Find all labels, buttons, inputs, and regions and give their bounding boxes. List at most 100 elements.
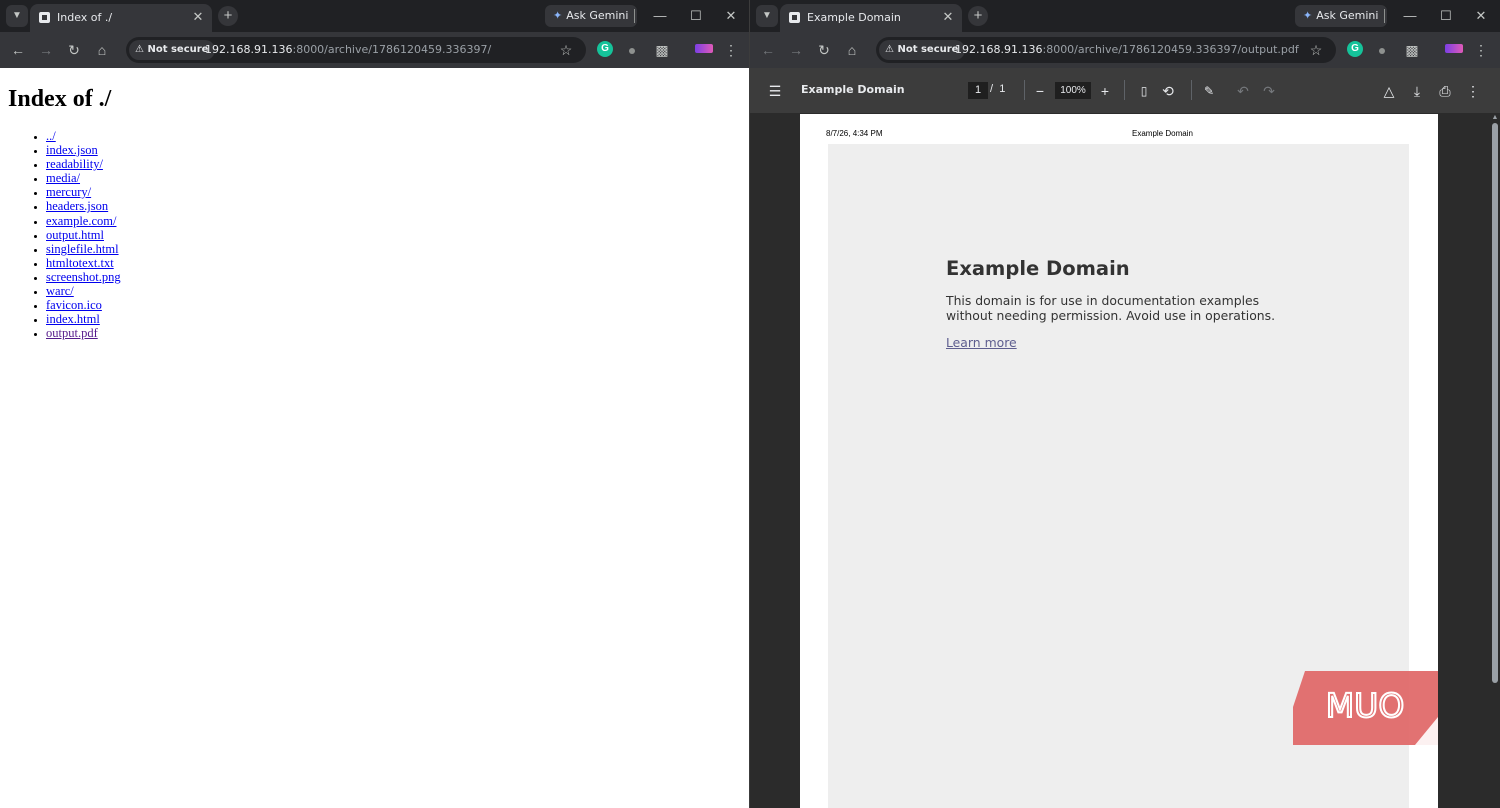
close-tab-icon[interactable]: ✕ <box>940 9 956 25</box>
menu-kebab-icon[interactable]: ⋮ <box>1471 40 1491 60</box>
forward-icon[interactable]: → <box>36 40 56 60</box>
address-bar[interactable]: ⚠ Not secure 192.168.91.136:8000/archive… <box>876 37 1336 63</box>
zoom-out-icon[interactable]: − <box>1031 82 1049 100</box>
file-link[interactable]: headers.json <box>46 199 108 213</box>
ask-gemini-button[interactable]: ✦ Ask Gemini <box>1295 5 1388 27</box>
url-path: :8000/archive/1786120459.336397/ <box>292 43 492 56</box>
security-chip-label: Not secure <box>147 44 209 55</box>
scroll-up-arrow-icon[interactable]: ▲ <box>1491 114 1499 121</box>
file-link[interactable]: media/ <box>46 171 80 185</box>
close-tab-icon[interactable]: ✕ <box>190 9 206 25</box>
extension-dot-icon[interactable] <box>1379 48 1385 54</box>
tab-title: Example Domain <box>807 11 901 24</box>
bookmark-star-icon[interactable]: ☆ <box>556 40 576 60</box>
warning-icon: ⚠ <box>885 44 894 55</box>
page-heading: Index of ./ <box>8 86 112 112</box>
url-text[interactable]: 192.168.91.136:8000/archive/1786120459.3… <box>205 42 491 58</box>
zoom-level-input[interactable]: 100% <box>1055 82 1091 99</box>
back-icon[interactable]: ← <box>8 40 28 60</box>
reload-icon[interactable]: ↻ <box>64 40 84 60</box>
tab-example-domain[interactable]: Example Domain ✕ <box>780 4 962 32</box>
extension-dot-icon[interactable] <box>629 48 635 54</box>
file-link[interactable]: warc/ <box>46 284 74 298</box>
tab-index[interactable]: Index of ./ ✕ <box>30 4 212 32</box>
file-link[interactable]: mercury/ <box>46 185 91 199</box>
browser-toolbar: ← → ↻ ⌂ ⚠ Not secure 192.168.91.136:8000… <box>750 32 1500 68</box>
tab-search-icon[interactable]: ▼ <box>6 5 28 27</box>
url-path: :8000/archive/1786120459.336397/output.p… <box>1042 43 1299 56</box>
tab-search-icon[interactable]: ▼ <box>756 5 778 27</box>
save-to-drive-icon[interactable]: △ <box>1380 82 1398 100</box>
zoom-in-icon[interactable]: + <box>1096 82 1114 100</box>
pdf-viewer-area[interactable]: 8/7/26, 4:34 PM Example Domain Example D… <box>750 113 1500 808</box>
profile-avatar[interactable] <box>695 44 713 53</box>
pdf-toolbar: ☰ Example Domain 1 / 1 − 100% + ▯ ⟲ ✎ ↶ … <box>750 68 1500 113</box>
page-favicon-icon <box>789 12 800 23</box>
security-chip[interactable]: ⚠ Not secure <box>879 40 966 60</box>
grammarly-icon[interactable]: G <box>597 41 613 57</box>
forward-icon[interactable]: → <box>786 40 806 60</box>
tab-strip: ▼ Index of ./ ✕ + ✦ Ask Gemini — ☐ ✕ <box>0 0 749 32</box>
new-tab-button[interactable]: + <box>218 6 238 26</box>
menu-kebab-icon[interactable]: ⋮ <box>721 40 741 60</box>
list-item: output.pdf <box>46 326 741 340</box>
browser-window-right: ▼ Example Domain ✕ + ✦ Ask Gemini — ☐ ✕ ←… <box>750 0 1500 808</box>
file-link[interactable]: index.json <box>46 143 98 157</box>
annotate-pen-icon[interactable]: ✎ <box>1200 82 1218 100</box>
file-link[interactable]: output.pdf <box>46 326 98 340</box>
back-icon[interactable]: ← <box>758 40 778 60</box>
home-icon[interactable]: ⌂ <box>842 40 862 60</box>
file-link[interactable]: output.html <box>46 228 104 242</box>
bookmark-star-icon[interactable]: ☆ <box>1306 40 1326 60</box>
pdf-header-title: Example Domain <box>1132 129 1193 138</box>
ask-gemini-button[interactable]: ✦ Ask Gemini <box>545 5 638 27</box>
close-window-icon[interactable]: ✕ <box>713 4 749 28</box>
list-item: ../ <box>46 129 741 143</box>
file-link[interactable]: htmltotext.txt <box>46 256 114 270</box>
new-tab-button[interactable]: + <box>968 6 988 26</box>
rotate-icon[interactable]: ⟲ <box>1159 82 1177 100</box>
close-window-icon[interactable]: ✕ <box>1463 4 1499 28</box>
file-link[interactable]: ../ <box>46 129 56 143</box>
minimize-icon[interactable]: — <box>642 4 678 28</box>
file-link[interactable]: singlefile.html <box>46 242 119 256</box>
pdf-header-date: 8/7/26, 4:34 PM <box>826 129 883 138</box>
page-separator: / <box>990 83 994 95</box>
fit-page-icon[interactable]: ▯ <box>1135 82 1153 100</box>
pdf-scrollbar[interactable] <box>1492 123 1498 683</box>
file-list: ../index.jsonreadability/media/mercury/h… <box>8 129 741 340</box>
sidebar-menu-icon[interactable]: ☰ <box>766 82 784 100</box>
example-paragraph: This domain is for use in documentation … <box>946 293 1276 323</box>
extensions-puzzle-icon[interactable]: ▩ <box>1402 40 1422 60</box>
file-link[interactable]: example.com/ <box>46 214 116 228</box>
maximize-icon[interactable]: ☐ <box>1428 4 1464 28</box>
print-icon[interactable]: ⎙ <box>1436 82 1454 100</box>
security-chip-label: Not secure <box>897 44 959 55</box>
url-text[interactable]: 192.168.91.136:8000/archive/1786120459.3… <box>955 42 1299 58</box>
download-icon[interactable]: ⤓ <box>1408 82 1426 100</box>
list-item: warc/ <box>46 284 741 298</box>
toolbar-divider <box>1191 80 1192 100</box>
grammarly-icon[interactable]: G <box>1347 41 1363 57</box>
directory-listing-page: Index of ./ ../index.jsonreadability/med… <box>0 68 749 808</box>
more-actions-icon[interactable]: ⋮ <box>1464 82 1482 100</box>
address-bar[interactable]: ⚠ Not secure 192.168.91.136:8000/archive… <box>126 37 586 63</box>
maximize-icon[interactable]: ☐ <box>678 4 714 28</box>
minimize-icon[interactable]: — <box>1392 4 1428 28</box>
reload-icon[interactable]: ↻ <box>814 40 834 60</box>
extensions-puzzle-icon[interactable]: ▩ <box>652 40 672 60</box>
home-icon[interactable]: ⌂ <box>92 40 112 60</box>
file-link[interactable]: screenshot.png <box>46 270 121 284</box>
profile-avatar[interactable] <box>1445 44 1463 53</box>
redo-icon[interactable]: ↷ <box>1260 82 1278 100</box>
file-link[interactable]: readability/ <box>46 157 103 171</box>
page-number-input[interactable]: 1 <box>968 82 988 99</box>
learn-more-link[interactable]: Learn more <box>946 335 1017 350</box>
file-link[interactable]: favicon.ico <box>46 298 102 312</box>
list-item: output.html <box>46 228 741 242</box>
undo-icon[interactable]: ↶ <box>1234 82 1252 100</box>
file-link[interactable]: index.html <box>46 312 100 326</box>
security-chip[interactable]: ⚠ Not secure <box>129 40 216 60</box>
warning-icon: ⚠ <box>135 44 144 55</box>
list-item: media/ <box>46 171 741 185</box>
